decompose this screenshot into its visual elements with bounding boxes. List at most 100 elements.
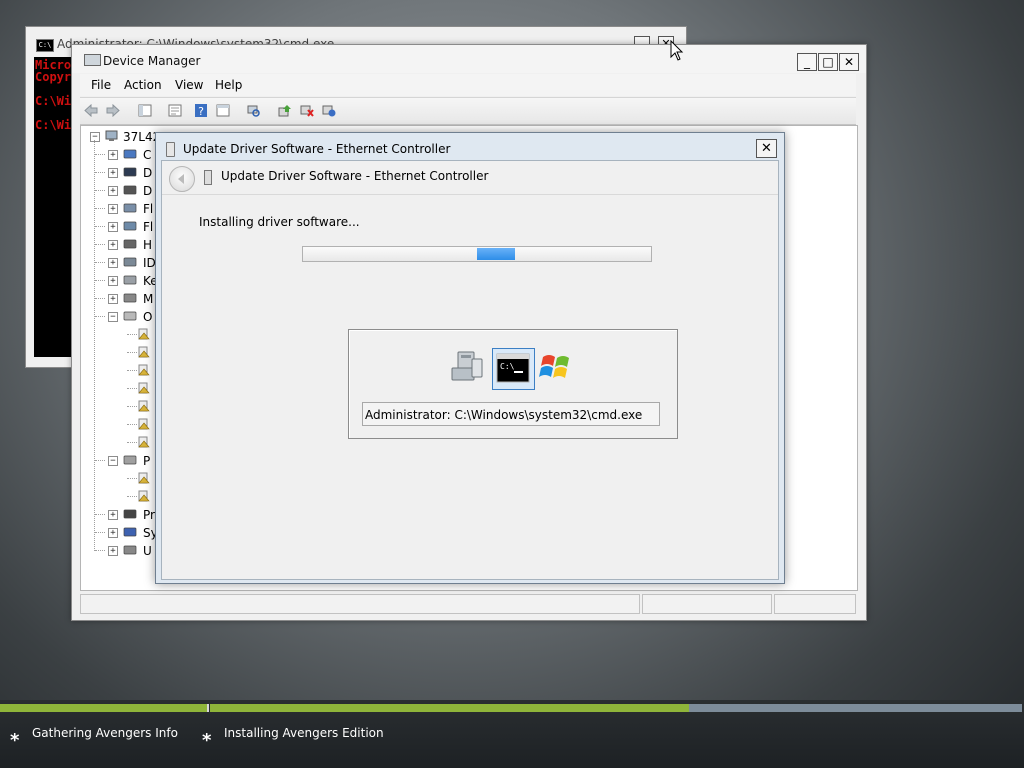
tree-connector <box>95 208 105 209</box>
unknown-device-warning-icon <box>138 346 150 358</box>
expand-toggle[interactable]: + <box>108 294 118 304</box>
unknown-device-warning-icon <box>138 364 150 376</box>
close-button[interactable]: ✕ <box>839 53 859 71</box>
status-pane <box>642 594 772 614</box>
step1-progress-bar <box>0 704 209 712</box>
install-status-text: Installing driver software... <box>199 215 360 229</box>
dialog-close-button[interactable]: ✕ <box>756 139 777 158</box>
tree-item-label: Pr <box>143 508 155 522</box>
device-category-icon <box>123 239 137 249</box>
menu-file[interactable]: File <box>91 78 111 92</box>
console-line: C:\Wi <box>35 118 72 132</box>
device-category-icon <box>123 527 137 537</box>
unknown-device-warning-icon <box>138 418 150 430</box>
tree-connector <box>95 514 105 515</box>
unknown-device-warning-icon <box>138 490 150 502</box>
disable-device-icon[interactable] <box>322 104 336 117</box>
device-category-icon <box>123 149 137 159</box>
menu-help[interactable]: Help <box>215 78 242 92</box>
device-category-icon <box>123 257 137 267</box>
window-title: Device Manager <box>103 54 201 68</box>
tree-item-label: ID <box>143 256 156 270</box>
menu-action[interactable]: Action <box>124 78 162 92</box>
expand-toggle[interactable]: + <box>108 240 118 250</box>
dialog-body: Update Driver Software - Ethernet Contro… <box>161 160 779 580</box>
setup-step-label: Installing Avengers Edition <box>224 726 384 740</box>
uninstall-device-icon[interactable] <box>300 104 314 117</box>
expand-toggle[interactable]: + <box>108 168 118 178</box>
minimize-button[interactable]: _ <box>797 53 817 71</box>
device-manager-icon[interactable] <box>450 349 484 383</box>
collapse-toggle[interactable]: − <box>108 312 118 322</box>
tree-item-label: M <box>143 292 154 306</box>
expand-toggle[interactable]: + <box>108 204 118 214</box>
tree-item-label: Fl <box>143 220 154 234</box>
asterisk-icon: * <box>10 730 20 751</box>
expand-toggle[interactable]: + <box>108 150 118 160</box>
tree-item-label: D <box>143 184 153 198</box>
tree-item-label: P <box>143 454 151 468</box>
tree-connector <box>95 172 105 173</box>
setup-step-label: Gathering Avengers Info <box>32 726 178 740</box>
task-switcher[interactable]: C:\ Administrator: C:\Windows\system32\c… <box>348 329 678 439</box>
device-category-icon <box>123 167 137 177</box>
collapse-toggle[interactable]: − <box>108 456 118 466</box>
expand-toggle[interactable]: + <box>108 186 118 196</box>
back-arrow-icon[interactable] <box>84 104 98 117</box>
tree-item-label: D <box>143 166 153 180</box>
tree-connector <box>95 280 105 281</box>
maximize-button[interactable]: □ <box>818 53 838 71</box>
expand-toggle[interactable]: + <box>108 528 118 538</box>
device-category-icon <box>123 545 137 555</box>
tree-connector <box>95 550 105 551</box>
tree-connector <box>95 460 105 461</box>
device-category-icon <box>123 509 137 519</box>
status-pane <box>774 594 856 614</box>
unknown-device-warning-icon <box>138 328 150 340</box>
dialog-header: Update Driver Software - Ethernet Contro… <box>221 169 489 183</box>
expand-toggle[interactable]: + <box>108 276 118 286</box>
network-adapter-icon <box>166 142 175 157</box>
expand-toggle[interactable]: + <box>108 510 118 520</box>
cmd-icon[interactable]: C:\ <box>496 352 530 386</box>
scan-hardware-changes-icon[interactable] <box>246 104 260 117</box>
help-icon[interactable]: ? <box>194 104 208 117</box>
device-category-icon <box>123 293 137 303</box>
menu-view[interactable]: View <box>175 78 203 92</box>
mouse-cursor-icon <box>670 40 684 61</box>
device-category-icon <box>123 311 137 321</box>
tree-connector <box>127 442 137 443</box>
tree-item-label: Fl <box>143 202 154 216</box>
show-hide-console-tree-icon[interactable] <box>138 104 152 117</box>
update-driver-dialog[interactable]: Update Driver Software - Ethernet Contro… <box>155 132 785 584</box>
properties-icon[interactable] <box>168 104 182 117</box>
tree-connector <box>95 316 105 317</box>
computer-icon <box>105 130 118 141</box>
task-switcher-label: Administrator: C:\Windows\system32\cmd.e… <box>362 402 660 426</box>
tree-connector <box>127 424 137 425</box>
progress-marquee <box>477 248 515 260</box>
expand-toggle[interactable]: + <box>108 546 118 556</box>
back-button[interactable] <box>169 166 195 192</box>
device-category-icon <box>123 455 137 465</box>
status-pane <box>80 594 640 614</box>
header-divider <box>162 194 778 195</box>
network-adapter-icon <box>204 170 212 185</box>
asterisk-icon: * <box>202 730 212 751</box>
expand-toggle[interactable]: + <box>108 258 118 268</box>
update-driver-icon[interactable] <box>278 104 292 117</box>
install-progress-bar <box>302 246 652 262</box>
device-category-icon <box>123 275 137 285</box>
toolbar: ? <box>80 97 856 125</box>
device-category-icon <box>123 203 137 213</box>
action-pane-icon[interactable] <box>216 104 230 117</box>
tree-item-label: C <box>143 148 152 162</box>
tree-connector <box>95 262 105 263</box>
tree-connector <box>127 334 137 335</box>
forward-arrow-icon[interactable] <box>106 104 120 117</box>
tree-connector <box>127 478 137 479</box>
windows-logo-icon[interactable] <box>539 349 573 383</box>
device-manager-titlebar[interactable]: Device Manager _ □ ✕ <box>72 45 866 73</box>
collapse-toggle[interactable]: − <box>90 132 100 142</box>
expand-toggle[interactable]: + <box>108 222 118 232</box>
